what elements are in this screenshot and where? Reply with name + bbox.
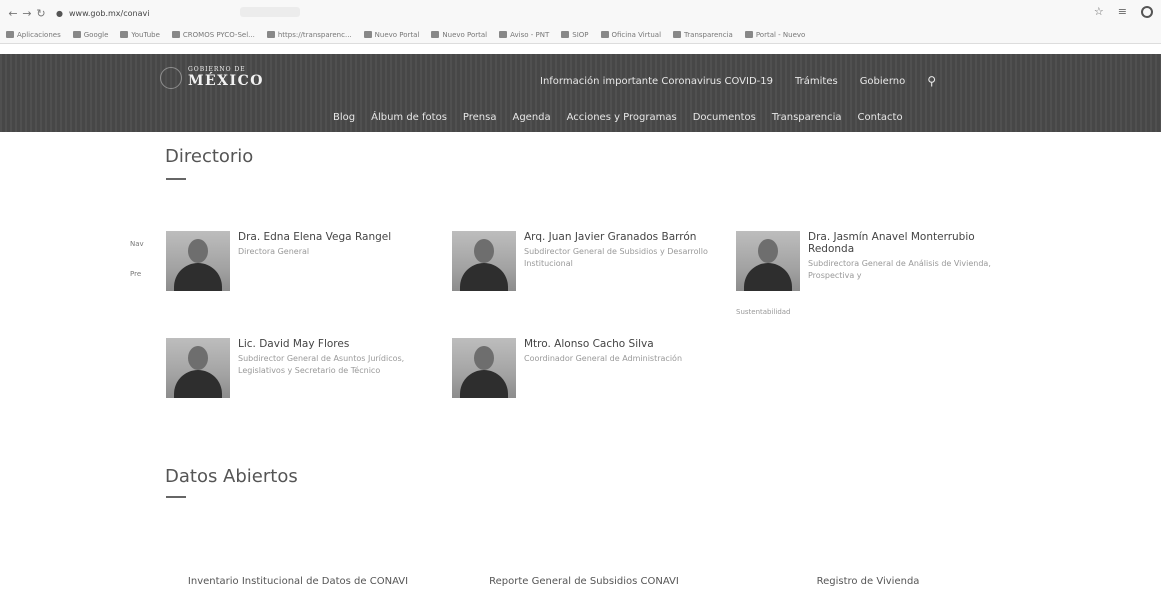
nav-link-acciones[interactable]: Acciones y Programas bbox=[567, 112, 677, 123]
address-bar[interactable]: www.gob.mx/conavi bbox=[69, 9, 149, 18]
nav-link-tramites[interactable]: Trámites bbox=[795, 76, 838, 87]
person-name[interactable]: Dra. Jasmín Anavel Monterrubio Redonda bbox=[808, 231, 1008, 255]
bookmark-item[interactable]: https://transparenc... bbox=[266, 31, 352, 39]
google-icon bbox=[72, 31, 81, 38]
side-label: Nav bbox=[130, 240, 144, 248]
nav-link-album[interactable]: Álbum de fotos bbox=[371, 112, 447, 123]
bookmark-icon bbox=[171, 31, 180, 38]
nav-link-agenda[interactable]: Agenda bbox=[512, 112, 550, 123]
nav-link-covid[interactable]: Información importante Coronavirus COVID… bbox=[540, 76, 773, 87]
person-photo bbox=[166, 338, 230, 398]
gobierno-mexico-logo[interactable]: GOBIERNO DE MÉXICO bbox=[160, 66, 264, 89]
dataset-link[interactable]: Inventario Institucional de Datos de CON… bbox=[168, 576, 428, 588]
bookmark-icon bbox=[499, 31, 508, 38]
person-photo bbox=[166, 231, 230, 291]
bookmark-item[interactable]: Transparencia bbox=[673, 31, 733, 39]
bookmark-icon bbox=[600, 31, 609, 38]
bookmark-icon bbox=[363, 31, 372, 38]
nav-link-contacto[interactable]: Contacto bbox=[858, 112, 903, 123]
bookmark-icon bbox=[744, 31, 753, 38]
person-role: Subdirector General de Asuntos Jurídicos… bbox=[238, 354, 405, 375]
bookmark-item[interactable]: Oficina Virtual bbox=[600, 31, 661, 39]
person-role: Coordinador General de Administración bbox=[524, 354, 683, 363]
nav-link-documentos[interactable]: Documentos bbox=[693, 112, 756, 123]
title-underline bbox=[166, 178, 186, 180]
bookmark-icon bbox=[561, 31, 570, 38]
person-card[interactable]: Dra. Jasmín Anavel Monterrubio Redonda S… bbox=[736, 231, 1008, 291]
bookmark-item[interactable]: Aplicaciones bbox=[6, 31, 61, 39]
bookmark-item[interactable]: Nuevo Portal bbox=[363, 31, 419, 39]
star-icon[interactable]: ☆ bbox=[1094, 5, 1104, 18]
side-label: Pre bbox=[130, 270, 142, 278]
title-underline bbox=[166, 496, 186, 498]
back-icon[interactable]: ← bbox=[6, 7, 20, 20]
person-card[interactable]: Mtro. Alonso Cacho Silva Coordinador Gen… bbox=[452, 338, 694, 398]
nav-link-prensa[interactable]: Prensa bbox=[463, 112, 497, 123]
person-name[interactable]: Lic. David May Flores bbox=[238, 338, 438, 350]
bookmark-item[interactable]: Aviso - PNT bbox=[499, 31, 549, 39]
bookmark-icon bbox=[431, 31, 440, 38]
site-header: GOBIERNO DE MÉXICO Información important… bbox=[0, 54, 1161, 132]
nav-link-transparencia[interactable]: Transparencia bbox=[772, 112, 842, 123]
reload-icon[interactable]: ↻ bbox=[34, 7, 48, 20]
person-card[interactable]: Lic. David May Flores Subdirector Genera… bbox=[166, 338, 438, 398]
apps-icon bbox=[6, 31, 14, 38]
person-role: Subdirectora General de Análisis de Vivi… bbox=[808, 259, 991, 280]
person-photo bbox=[452, 338, 516, 398]
bookmarks-bar: Aplicaciones Google YouTube CROMOS PYCO-… bbox=[0, 26, 1161, 44]
bookmark-item[interactable]: Portal - Nuevo bbox=[744, 31, 805, 39]
redacted-region bbox=[240, 7, 300, 17]
person-role: Directora General bbox=[238, 247, 310, 256]
person-photo bbox=[452, 231, 516, 291]
bookmark-item[interactable]: SIOP bbox=[561, 31, 589, 39]
bookmark-item[interactable]: CROMOS PYCO-Sel... bbox=[171, 31, 255, 39]
dataset-link[interactable]: Registro de Vivienda bbox=[738, 576, 998, 588]
youtube-icon bbox=[120, 31, 129, 38]
bookmark-item[interactable]: YouTube bbox=[120, 31, 160, 39]
forward-icon[interactable]: → bbox=[20, 7, 34, 20]
person-photo bbox=[736, 231, 800, 291]
bookmark-icon bbox=[266, 31, 275, 38]
person-name[interactable]: Mtro. Alonso Cacho Silva bbox=[524, 338, 694, 350]
person-name[interactable]: Dra. Edna Elena Vega Rangel bbox=[238, 231, 438, 243]
search-icon[interactable]: ⚲ bbox=[927, 74, 936, 88]
bookmark-item[interactable]: Google bbox=[72, 31, 108, 39]
nav-link-blog[interactable]: Blog bbox=[333, 112, 355, 123]
main-nav: Blog Álbum de fotos Prensa Agenda Accion… bbox=[333, 112, 903, 123]
directorio-title: Directorio bbox=[165, 146, 254, 167]
datos-abiertos-title: Datos Abiertos bbox=[165, 466, 298, 487]
lock-icon: ● bbox=[56, 8, 63, 18]
person-card[interactable]: Dra. Edna Elena Vega Rangel Directora Ge… bbox=[166, 231, 438, 291]
seal-icon bbox=[160, 66, 182, 89]
extension-icon[interactable]: ≡ bbox=[1118, 5, 1127, 18]
bookmark-icon bbox=[673, 31, 682, 38]
nav-link-gobierno[interactable]: Gobierno bbox=[860, 76, 906, 87]
dataset-link[interactable]: Reporte General de Subsidios CONAVI bbox=[454, 576, 714, 588]
browser-toolbar: ← → ↻ ● www.gob.mx/conavi ☆ ≡ bbox=[0, 0, 1161, 26]
top-nav: Información importante Coronavirus COVID… bbox=[540, 74, 936, 88]
profile-avatar-icon[interactable] bbox=[1141, 6, 1153, 18]
person-card[interactable]: Arq. Juan Javier Granados Barrón Subdire… bbox=[452, 231, 714, 291]
person-name[interactable]: Arq. Juan Javier Granados Barrón bbox=[524, 231, 714, 243]
person-role-continued: Sustentabilidad bbox=[736, 308, 791, 316]
person-role: Subdirector General de Subsidios y Desar… bbox=[524, 247, 708, 268]
bookmark-item[interactable]: Nuevo Portal bbox=[431, 31, 487, 39]
